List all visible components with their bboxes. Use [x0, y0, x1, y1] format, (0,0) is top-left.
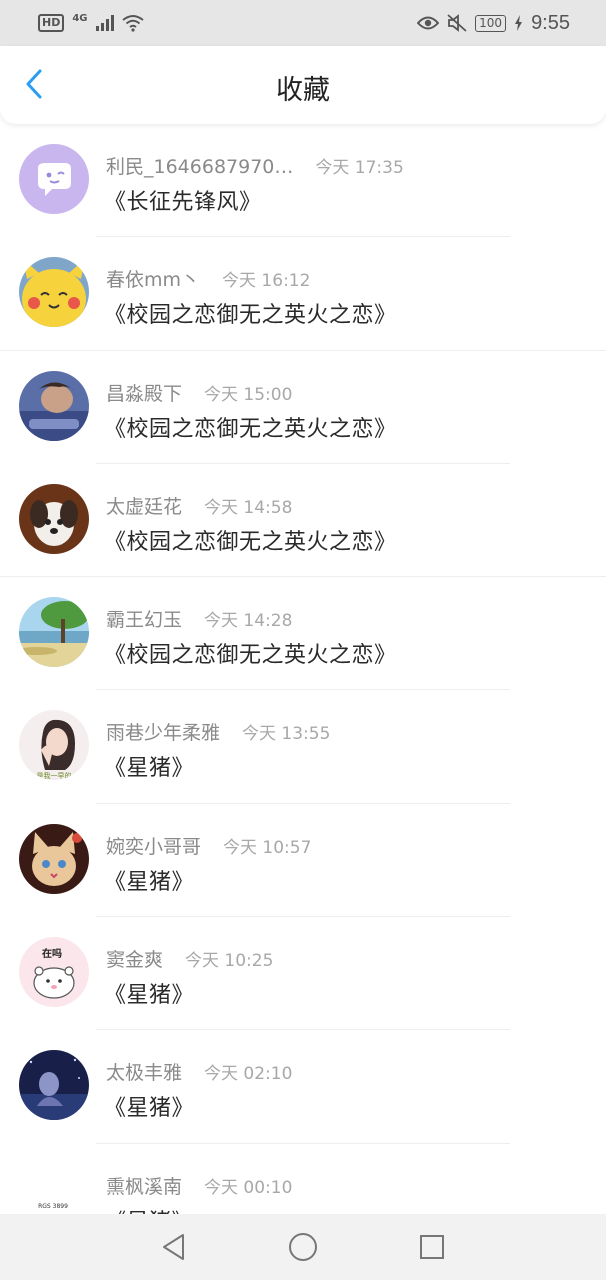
system-nav-bar — [0, 1214, 606, 1280]
avatar-caption: 是我一早的 — [37, 771, 72, 780]
favorite-item[interactable]: 太虚廷花 今天 14:58 《校园之恋御无之英火之恋》 — [0, 464, 606, 578]
night-sky-avatar-icon — [19, 1050, 89, 1121]
avatar-text: RGS 3899 — [38, 1203, 68, 1210]
username: 熏枫溪南 — [106, 1175, 183, 1198]
status-bar: HD 4G 100 9:55 — [0, 0, 606, 46]
username: 婉奕小哥哥 — [106, 835, 202, 858]
book-title: 《校园之恋御无之英火之恋》 — [104, 529, 397, 555]
chat-bubble-avatar-icon — [19, 144, 89, 214]
cat-avatar-icon — [19, 823, 89, 894]
text-avatar-icon: RGS 3899 — [19, 1163, 89, 1214]
favorite-item[interactable]: 婉奕小哥哥 今天 10:57 《星猪》 — [0, 804, 606, 918]
item-meta: 利民_1646687970… 今天 17:35 — [106, 152, 404, 179]
timestamp: 今天 17:35 — [315, 158, 404, 178]
page-title: 收藏 — [276, 75, 330, 106]
avatar[interactable] — [19, 257, 89, 328]
item-meta: 熏枫溪南 今天 00:10 — [106, 1172, 292, 1199]
avatar[interactable]: 是我一早的 — [19, 710, 89, 781]
favorite-item[interactable]: 在吗 窦金爽 今天 10:25 《星猪》 — [0, 917, 606, 1031]
nav-recents-button[interactable] — [409, 1224, 455, 1270]
item-meta: 婉奕小哥哥 今天 10:57 — [106, 832, 311, 859]
mute-icon — [447, 14, 467, 32]
favorite-item[interactable]: 太极丰雅 今天 02:10 《星猪》 — [0, 1030, 606, 1144]
book-title: 《星猪》 — [104, 1204, 194, 1214]
timestamp: 今天 10:57 — [223, 837, 312, 858]
battery-indicator: 100 — [475, 14, 507, 32]
book-title: 《长征先锋风》 — [104, 190, 262, 215]
timestamp: 今天 13:55 — [242, 724, 331, 745]
timestamp: 今天 16:12 — [222, 271, 311, 292]
avatar[interactable] — [19, 144, 89, 214]
timestamp: 今天 14:58 — [204, 497, 293, 518]
timestamp: 今天 10:25 — [185, 951, 274, 972]
item-meta: 春依mm丶 今天 16:12 — [106, 265, 310, 292]
triangle-back-icon — [163, 1234, 185, 1260]
avatar[interactable] — [19, 597, 89, 668]
avatar[interactable]: RGS 3899 — [19, 1163, 89, 1214]
landscape-avatar-icon — [19, 597, 89, 668]
charging-icon — [515, 15, 523, 31]
avatar[interactable] — [19, 483, 89, 554]
sticker-text: 在吗 — [42, 947, 62, 960]
clock: 9:55 — [531, 11, 570, 34]
favorite-item[interactable]: 利民_1646687970… 今天 17:35 《长征先锋风》 — [0, 124, 606, 238]
hd-badge: HD — [38, 14, 65, 32]
pikachu-avatar-icon — [19, 257, 89, 328]
timestamp: 今天 00:10 — [204, 1177, 293, 1198]
favorites-screen: HD 4G 100 9:55 收藏 利民_1646687970… 今天 17:3… — [0, 0, 606, 1280]
username: 窦金爽 — [106, 949, 164, 972]
photo-avatar-icon — [19, 370, 89, 441]
timestamp: 今天 02:10 — [204, 1064, 293, 1085]
nav-back-button[interactable] — [151, 1224, 197, 1270]
item-meta: 霸王幻玉 今天 14:28 — [106, 605, 292, 632]
book-title: 《校园之恋御无之英火之恋》 — [104, 643, 397, 669]
book-title: 《星猪》 — [104, 869, 195, 895]
eye-comfort-icon — [417, 16, 440, 30]
nav-home-button[interactable] — [280, 1224, 326, 1270]
favorite-item[interactable]: 春依mm丶 今天 16:12 《校园之恋御无之英火之恋》 — [0, 237, 606, 351]
favorites-list: 利民_1646687970… 今天 17:35 《长征先锋风》 春依mm丶 今天… — [0, 124, 606, 1214]
timestamp: 今天 15:00 — [204, 384, 293, 405]
favorite-item[interactable]: 昌淼殿下 今天 15:00 《校园之恋御无之英火之恋》 — [0, 351, 606, 465]
book-title: 《星猪》 — [104, 983, 195, 1009]
favorite-item[interactable]: 霸王幻玉 今天 14:28 《校园之恋御无之英火之恋》 — [0, 577, 606, 691]
avatar[interactable] — [19, 370, 89, 441]
item-meta: 窦金爽 今天 10:25 — [106, 945, 273, 972]
username: 春依mm丶 — [106, 269, 201, 292]
username: 昌淼殿下 — [106, 382, 183, 405]
wifi-icon — [121, 15, 144, 32]
timestamp: 今天 14:28 — [204, 611, 293, 632]
avatar[interactable]: 在吗 — [19, 937, 89, 1008]
username: 太极丰雅 — [106, 1062, 183, 1085]
square-recents-icon — [419, 1235, 444, 1259]
item-meta: 雨巷少年柔雅 今天 13:55 — [106, 718, 330, 745]
book-title: 《星猪》 — [104, 756, 195, 782]
network-type-label: 4G — [72, 12, 88, 24]
username: 雨巷少年柔雅 — [106, 722, 221, 745]
item-meta: 昌淼殿下 今天 15:00 — [106, 379, 292, 406]
status-bar-right: 100 9:55 — [417, 12, 570, 35]
item-meta: 太虚廷花 今天 14:58 — [106, 492, 292, 519]
circle-home-icon — [288, 1233, 317, 1261]
username: 霸王幻玉 — [106, 609, 183, 632]
book-title: 《星猪》 — [104, 1096, 195, 1122]
username: 利民_1646687970… — [106, 156, 294, 178]
avatar[interactable] — [19, 1050, 89, 1121]
item-meta: 太极丰雅 今天 02:10 — [106, 1058, 292, 1085]
status-bar-left: HD 4G — [38, 12, 144, 32]
book-title: 《校园之恋御无之英火之恋》 — [104, 303, 397, 329]
signal-strength-icon — [95, 15, 114, 31]
girl-photo-avatar-icon: 是我一早的 — [19, 710, 89, 781]
favorite-item[interactable]: RGS 3899 熏枫溪南 今天 00:10 《星猪》 — [0, 1144, 606, 1214]
app-header: 收藏 — [0, 46, 606, 124]
username: 太虚廷花 — [106, 495, 183, 518]
avatar[interactable] — [19, 823, 89, 894]
book-title: 《校园之恋御无之英火之恋》 — [104, 416, 397, 442]
puppy-avatar-icon — [19, 483, 89, 554]
favorite-item[interactable]: 是我一早的 雨巷少年柔雅 今天 13:55 《星猪》 — [0, 690, 606, 805]
hamster-sticker-avatar-icon: 在吗 — [19, 937, 89, 1008]
